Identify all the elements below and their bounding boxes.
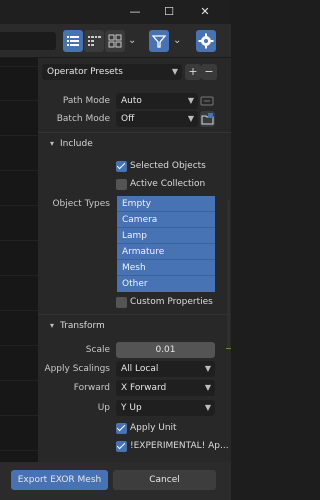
file-row-divider bbox=[0, 275, 38, 276]
view-thumbnails-button[interactable] bbox=[105, 30, 125, 52]
minimize-button[interactable]: — bbox=[127, 4, 143, 20]
object-type-armature[interactable]: Armature bbox=[117, 244, 215, 260]
file-row-divider bbox=[0, 380, 38, 381]
apply-unit-label: Apply Unit bbox=[130, 423, 177, 433]
filter-button[interactable] bbox=[149, 30, 169, 52]
close-button[interactable]: ✕ bbox=[197, 4, 213, 20]
scroll-marker bbox=[226, 348, 231, 349]
scale-number-field[interactable]: 0.01 bbox=[116, 342, 215, 358]
export-button[interactable]: Export EXOR Mesh bbox=[11, 470, 108, 490]
list-vertical-icon bbox=[67, 36, 79, 46]
maximize-button[interactable]: ☐ bbox=[161, 4, 177, 20]
view-dropdown-chevron-icon[interactable]: ⌄ bbox=[128, 35, 138, 47]
forward-axis-dropdown[interactable]: X Forward ▼ bbox=[116, 380, 215, 396]
panel-scrollbar[interactable] bbox=[227, 200, 230, 350]
file-row-divider bbox=[0, 135, 38, 136]
add-preset-button[interactable]: + bbox=[185, 64, 201, 80]
section-divider bbox=[38, 132, 231, 133]
batch-mode-value: Off bbox=[121, 114, 135, 124]
up-label: Up bbox=[97, 403, 110, 413]
thumbnails-icon bbox=[108, 34, 122, 48]
selected-objects-checkbox[interactable] bbox=[116, 161, 127, 172]
file-row-divider bbox=[0, 450, 38, 451]
custom-properties-label: Custom Properties bbox=[130, 297, 213, 307]
object-type-mesh[interactable]: Mesh bbox=[117, 260, 215, 276]
file-row-divider bbox=[0, 345, 38, 346]
include-section-header[interactable]: ▾ Include bbox=[50, 136, 150, 152]
active-collection-label: Active Collection bbox=[130, 179, 206, 189]
batch-mode-dropdown[interactable]: Off ▼ bbox=[116, 111, 198, 127]
object-type-camera[interactable]: Camera bbox=[117, 212, 215, 228]
apply-scalings-label: Apply Scalings bbox=[44, 364, 110, 374]
path-mode-dropdown[interactable]: Auto ▼ bbox=[116, 93, 198, 109]
selected-objects-label: Selected Objects bbox=[130, 161, 206, 171]
embed-textures-icon[interactable] bbox=[200, 94, 214, 108]
filter-icon bbox=[151, 35, 167, 48]
object-type-empty[interactable]: Empty bbox=[117, 196, 215, 212]
batch-mode-label: Batch Mode bbox=[56, 114, 110, 124]
operator-presets-dropdown[interactable]: Operator Presets ▼ bbox=[42, 64, 182, 80]
object-type-other[interactable]: Other bbox=[117, 276, 215, 292]
scale-label: Scale bbox=[85, 345, 110, 355]
chevron-down-icon: ▼ bbox=[187, 96, 194, 105]
chevron-down-icon: ▾ bbox=[50, 139, 55, 148]
chevron-down-icon: ▼ bbox=[171, 67, 178, 76]
transform-section-header[interactable]: ▾ Transform bbox=[50, 318, 150, 334]
apply-scalings-dropdown[interactable]: All Local ▼ bbox=[116, 361, 215, 377]
object-types-label: Object Types bbox=[52, 199, 110, 209]
chevron-down-icon: ▼ bbox=[204, 364, 211, 373]
up-value: Y Up bbox=[121, 403, 142, 413]
forward-value: X Forward bbox=[121, 383, 167, 393]
forward-label: Forward bbox=[73, 383, 110, 393]
gear-icon bbox=[198, 33, 214, 49]
up-axis-dropdown[interactable]: Y Up ▼ bbox=[116, 400, 215, 416]
apply-scalings-value: All Local bbox=[121, 364, 159, 374]
path-mode-value: Auto bbox=[121, 96, 142, 106]
experimental-apply-label: !EXPERIMENTAL! Ap... bbox=[130, 441, 229, 451]
settings-button[interactable] bbox=[196, 30, 216, 52]
apply-unit-checkbox[interactable] bbox=[116, 423, 127, 434]
file-list-area[interactable] bbox=[0, 58, 38, 462]
chevron-down-icon: ▼ bbox=[204, 403, 211, 412]
operator-presets-label: Operator Presets bbox=[47, 67, 123, 77]
remove-preset-button[interactable]: − bbox=[201, 64, 217, 80]
view-horizontal-list-button[interactable] bbox=[84, 30, 104, 52]
cancel-button[interactable]: Cancel bbox=[113, 470, 216, 490]
file-row-divider bbox=[0, 205, 38, 206]
section-divider bbox=[38, 314, 231, 315]
object-type-lamp[interactable]: Lamp bbox=[117, 228, 215, 244]
file-row-divider bbox=[0, 100, 38, 101]
batch-own-dir-button[interactable] bbox=[200, 111, 215, 127]
chevron-down-icon: ▾ bbox=[50, 321, 55, 330]
chevron-down-icon: ▼ bbox=[204, 383, 211, 392]
file-row-divider bbox=[0, 415, 38, 416]
chevron-down-icon: ▼ bbox=[187, 114, 194, 123]
filter-dropdown-chevron-icon[interactable]: ⌄ bbox=[173, 35, 183, 47]
scale-value: 0.01 bbox=[155, 345, 176, 355]
view-vertical-list-button[interactable] bbox=[63, 30, 83, 52]
folder-icon bbox=[201, 113, 214, 125]
include-section-title: Include bbox=[60, 139, 93, 149]
file-row-divider bbox=[0, 170, 38, 171]
directory-path-input[interactable] bbox=[0, 32, 56, 50]
file-row-divider bbox=[0, 240, 38, 241]
active-collection-checkbox[interactable] bbox=[116, 179, 127, 190]
experimental-apply-checkbox[interactable] bbox=[116, 441, 127, 452]
list-horizontal-icon bbox=[88, 36, 101, 46]
file-row-divider bbox=[0, 310, 38, 311]
custom-properties-checkbox[interactable] bbox=[116, 297, 127, 308]
transform-section-title: Transform bbox=[60, 321, 105, 331]
file-row-divider bbox=[0, 66, 38, 67]
path-mode-label: Path Mode bbox=[62, 96, 110, 106]
